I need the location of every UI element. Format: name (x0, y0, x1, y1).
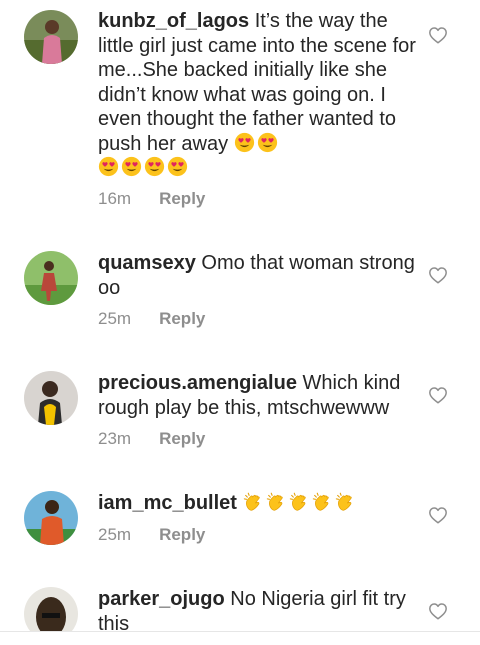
comment-username[interactable]: parker_ojugo (98, 588, 225, 610)
heart-outline-icon[interactable] (428, 602, 448, 620)
avatar[interactable] (24, 371, 78, 425)
comment-meta: 25m Reply (98, 525, 205, 545)
comment-username[interactable]: iam_mc_bullet (98, 492, 237, 514)
comment-body: precious.amengialue Which kind rough pla… (98, 371, 416, 420)
comment-time: 25m (98, 309, 132, 328)
comment-body: iam_mc_bullet (98, 491, 416, 516)
comment-username[interactable]: quamsexy (98, 252, 196, 274)
avatar[interactable] (24, 491, 78, 545)
comment-time: 16m (98, 189, 132, 208)
comment-item: parker_ojugo No Nigeria girl fit try thi… (0, 576, 480, 632)
heart-eyes-emoji (98, 157, 190, 179)
heart-outline-icon[interactable] (428, 386, 448, 404)
reply-button[interactable]: Reply (159, 525, 205, 544)
avatar-image (24, 371, 78, 425)
comment-meta: 25m Reply (98, 309, 205, 329)
avatar[interactable] (24, 10, 78, 64)
avatar-image (24, 587, 78, 632)
avatar[interactable] (24, 587, 78, 632)
comment-item: quamsexy Omo that woman strong oo 25m Rep… (0, 240, 480, 350)
comment-meta: 16m Reply (98, 189, 205, 209)
avatar[interactable] (24, 251, 78, 305)
comment-username[interactable]: precious.amengialue (98, 372, 297, 394)
heart-outline-icon[interactable] (428, 506, 448, 524)
comment-body: kunbz_of_lagos It’s the way the little g… (98, 9, 416, 181)
heart-eyes-emoji (234, 133, 280, 155)
reply-button[interactable]: Reply (159, 429, 205, 448)
reply-button[interactable]: Reply (159, 189, 205, 208)
comment-username[interactable]: kunbz_of_lagos (98, 10, 249, 32)
comment-time: 23m (98, 429, 132, 448)
heart-outline-icon[interactable] (428, 266, 448, 284)
comment-item: kunbz_of_lagos It’s the way the little g… (0, 0, 480, 230)
avatar-image (24, 251, 78, 305)
reply-button[interactable]: Reply (159, 309, 205, 328)
comment-body: quamsexy Omo that woman strong oo (98, 251, 416, 300)
clapping-hands-emoji (243, 492, 358, 514)
comment-item: iam_mc_bullet 25m Reply (0, 480, 480, 565)
comment-body: parker_ojugo No Nigeria girl fit try thi… (98, 587, 416, 632)
comment-time: 25m (98, 525, 132, 544)
divider (0, 631, 480, 632)
avatar-image (24, 491, 78, 545)
heart-outline-icon[interactable] (428, 26, 448, 44)
comment-meta: 23m Reply (98, 429, 205, 449)
comment-item: precious.amengialue Which kind rough pla… (0, 360, 480, 470)
avatar-image (24, 10, 78, 64)
